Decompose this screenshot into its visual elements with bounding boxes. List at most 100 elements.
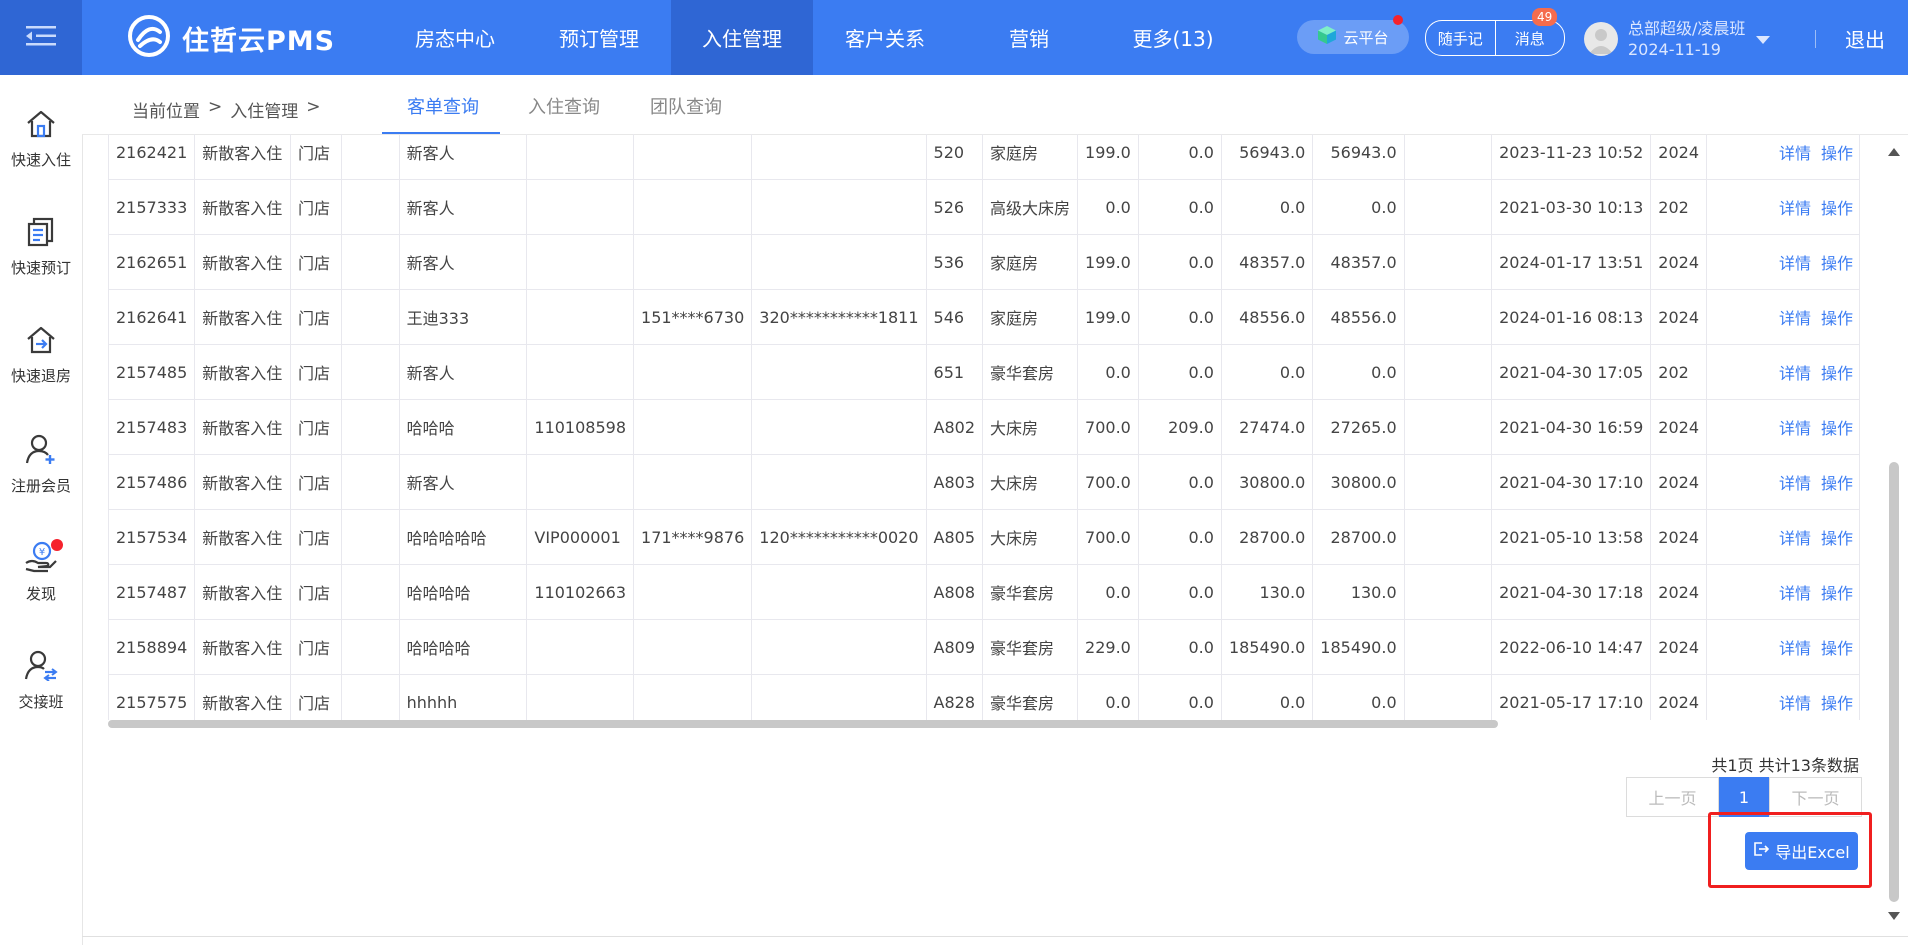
- table-row: 2157534 新散客入住 门店 哈哈哈哈哈 VIP000001 171****9876 1…: [108, 509, 1860, 565]
- sidebar-item-quick-booking[interactable]: 快速预订: [0, 217, 82, 278]
- scroll-down-arrow-icon[interactable]: [1888, 912, 1900, 920]
- detail-link[interactable]: 详情: [1779, 254, 1811, 273]
- table-cell: A803: [925, 454, 984, 510]
- detail-link[interactable]: 详情: [1779, 694, 1811, 713]
- table-cell: 2021-04-30 17:18: [1491, 564, 1652, 620]
- nav-item-checkin[interactable]: 入住管理: [671, 0, 813, 75]
- sidebar-item-quick-checkin[interactable]: 快速入住: [0, 109, 82, 170]
- nav-item-room-status[interactable]: 房态中心: [383, 0, 527, 75]
- table-cell: 王迪333: [398, 289, 528, 345]
- table-cell: 2024: [1650, 674, 1708, 720]
- detail-link[interactable]: 详情: [1779, 309, 1811, 328]
- breadcrumb-bar: 当前位置 > 入住管理 > 客单查询 入住查询 团队查询: [82, 75, 1908, 135]
- table-cell: [340, 179, 400, 235]
- next-page-button[interactable]: 下一页: [1769, 777, 1862, 817]
- detail-link[interactable]: 详情: [1779, 419, 1811, 438]
- table-cell: 0.0: [1137, 234, 1222, 290]
- nav-item-crm[interactable]: 客户关系: [813, 0, 957, 75]
- table-cell: [1403, 619, 1493, 675]
- detail-link[interactable]: 详情: [1779, 144, 1811, 163]
- table-cell: 2157485: [108, 344, 196, 400]
- action-link[interactable]: 操作: [1821, 419, 1853, 438]
- table-cell: 豪华套房: [982, 619, 1079, 675]
- tab-checkin-query[interactable]: 入住查询: [528, 93, 600, 119]
- list-icon: [26, 217, 56, 251]
- table-cell: 2162421: [108, 134, 196, 180]
- sidebar-item-label: 交接班: [18, 693, 64, 711]
- detail-link[interactable]: 详情: [1779, 364, 1811, 383]
- nav-item-marketing[interactable]: 营销: [957, 0, 1101, 75]
- row-actions: 详情 操作: [1706, 179, 1860, 235]
- menu-toggle-button[interactable]: [0, 0, 82, 75]
- table-cell: A808: [925, 564, 984, 620]
- vertical-scrollbar[interactable]: [1889, 462, 1899, 902]
- action-link[interactable]: 操作: [1821, 144, 1853, 163]
- notes-button[interactable]: 随手记: [1426, 21, 1495, 55]
- nav-item-more[interactable]: 更多(13): [1101, 0, 1245, 75]
- sidebar-item-quick-checkout[interactable]: 快速退房: [0, 325, 82, 386]
- table-cell: [526, 674, 635, 720]
- nav-item-reservation[interactable]: 预订管理: [527, 0, 671, 75]
- table-cell: 0.0: [1220, 344, 1314, 400]
- action-link[interactable]: 操作: [1821, 199, 1853, 218]
- table-cell: 新客人: [398, 454, 528, 510]
- table-cell: 0.0: [1137, 619, 1222, 675]
- table-cell: [1403, 134, 1493, 180]
- table-cell: 209.0: [1137, 399, 1222, 455]
- sidebar-item-shift-handover[interactable]: 交接班: [0, 649, 82, 712]
- action-link[interactable]: 操作: [1821, 584, 1853, 603]
- table-cell: 哈哈哈哈: [398, 564, 528, 620]
- table-cell: 2024: [1650, 454, 1708, 510]
- sidebar-item-discover[interactable]: ¥ 发现: [0, 541, 82, 604]
- detail-link[interactable]: 详情: [1779, 199, 1811, 218]
- messages-button[interactable]: 消息: [1494, 21, 1565, 55]
- table-cell: 2157487: [108, 564, 196, 620]
- action-link[interactable]: 操作: [1821, 474, 1853, 493]
- export-excel-button[interactable]: 导出Excel: [1745, 832, 1858, 870]
- logout-button[interactable]: 退出: [1845, 24, 1885, 53]
- table-cell: 700.0: [1077, 454, 1139, 510]
- action-link[interactable]: 操作: [1821, 364, 1853, 383]
- table-cell: 0.0: [1077, 179, 1139, 235]
- table-cell: 2157534: [108, 509, 196, 565]
- table-cell: [340, 234, 400, 290]
- detail-link[interactable]: 详情: [1779, 474, 1811, 493]
- detail-link[interactable]: 详情: [1779, 529, 1811, 548]
- detail-link[interactable]: 详情: [1779, 639, 1811, 658]
- detail-link[interactable]: 详情: [1779, 584, 1811, 603]
- table-cell: 哈哈哈哈哈: [398, 509, 528, 565]
- horizontal-scrollbar[interactable]: [108, 720, 1498, 728]
- user-menu[interactable]: 总部超级/凌晨班 2024-11-19: [1584, 18, 1771, 60]
- prev-page-button[interactable]: 上一页: [1626, 777, 1719, 817]
- table-row: 2158894 新散客入住 门店 哈哈哈哈 A809 豪华套房 229.0 0.0 185490…: [108, 619, 1860, 675]
- brand-logo-icon: [128, 15, 170, 61]
- row-actions: 详情 操作: [1706, 674, 1860, 720]
- table-cell: 0.0: [1137, 564, 1222, 620]
- table-cell: [340, 399, 400, 455]
- table-cell: 48357.0: [1220, 234, 1314, 290]
- action-link[interactable]: 操作: [1821, 309, 1853, 328]
- scroll-up-arrow-icon[interactable]: [1888, 148, 1900, 156]
- action-link[interactable]: 操作: [1821, 529, 1853, 548]
- table-cell: 2021-05-17 17:10: [1491, 674, 1652, 720]
- page-number-button[interactable]: 1: [1719, 777, 1769, 817]
- action-link[interactable]: 操作: [1821, 639, 1853, 658]
- sidebar-item-register-member[interactable]: 注册会员: [0, 433, 82, 496]
- quick-sidebar: 快速入住 快速预订 快速退房 注册会员 ¥ 发现 交接班: [0, 75, 83, 945]
- brand-name: 住哲云PMS: [182, 25, 336, 57]
- table-cell: 豪华套房: [982, 674, 1079, 720]
- action-link[interactable]: 操作: [1821, 254, 1853, 273]
- row-actions: 详情 操作: [1706, 234, 1860, 290]
- tab-group-query[interactable]: 团队查询: [650, 93, 722, 119]
- table-cell: [751, 179, 927, 235]
- table-cell: [1403, 344, 1493, 400]
- table-cell: [751, 344, 927, 400]
- breadcrumb-section[interactable]: 入住管理: [230, 97, 298, 122]
- tab-order-query[interactable]: 客单查询: [407, 93, 479, 119]
- table-cell: 199.0: [1077, 289, 1139, 345]
- cloud-platform-button[interactable]: 云平台: [1297, 20, 1409, 54]
- table-cell: [340, 344, 400, 400]
- action-link[interactable]: 操作: [1821, 694, 1853, 713]
- table-cell: [633, 344, 753, 400]
- order-table-viewport[interactable]: 2162421 新散客入住 门店 新客人 520 家庭房 199.0 0.0 56943.0 56…: [108, 134, 1860, 720]
